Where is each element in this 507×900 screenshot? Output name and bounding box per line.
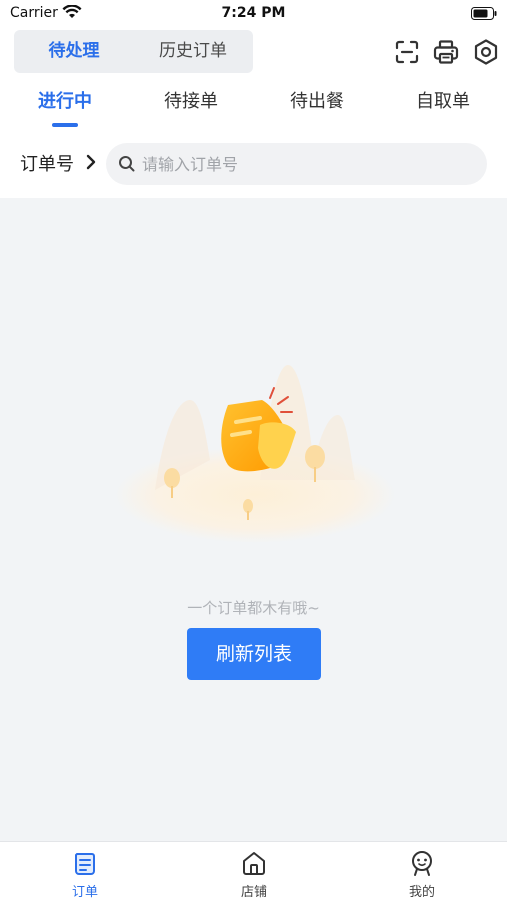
segment-pending[interactable]: 待处理 — [14, 30, 134, 73]
settings-icon[interactable] — [472, 38, 500, 66]
chevron-right-icon[interactable] — [85, 154, 97, 170]
profile-icon — [412, 851, 432, 876]
nav-orders-label: 订单 — [71, 885, 98, 900]
nav-store[interactable]: 店铺 — [194, 842, 314, 900]
tab-pending-accept[interactable]: 待接单 — [131, 82, 251, 122]
tab-in-progress[interactable]: 进行中 — [5, 82, 125, 122]
bottom-nav: 订单 店铺 我的 — [0, 841, 507, 900]
search-filter-selector[interactable]: 订单号 — [20, 150, 74, 176]
nav-store-label: 店铺 — [240, 885, 267, 900]
refresh-list-button[interactable]: 刷新列表 — [187, 628, 321, 680]
segment-history[interactable]: 历史订单 — [133, 30, 253, 73]
empty-message: 一个订单都木有哦~ — [187, 599, 320, 617]
nav-profile-label: 我的 — [408, 885, 435, 900]
printer-icon[interactable] — [432, 38, 460, 66]
order-type-switch: 待处理 历史订单 — [14, 30, 253, 73]
battery-icon — [471, 7, 497, 20]
tab-indicator — [52, 123, 78, 127]
nav-orders[interactable]: 订单 — [25, 842, 145, 900]
tab-pending-meal[interactable]: 待出餐 — [257, 82, 377, 122]
clock: 7:24 PM — [221, 5, 286, 21]
status-bar: Carrier 7:24 PM — [0, 0, 507, 28]
order-icon — [75, 853, 95, 875]
search-bar — [106, 143, 487, 185]
search-icon — [119, 156, 135, 172]
store-icon — [243, 852, 265, 875]
scan-icon[interactable] — [393, 38, 421, 66]
nav-profile[interactable]: 我的 — [362, 842, 482, 900]
empty-orders-illustration — [115, 365, 395, 543]
search-input[interactable] — [142, 143, 472, 185]
tab-pickup[interactable]: 自取单 — [383, 82, 503, 122]
